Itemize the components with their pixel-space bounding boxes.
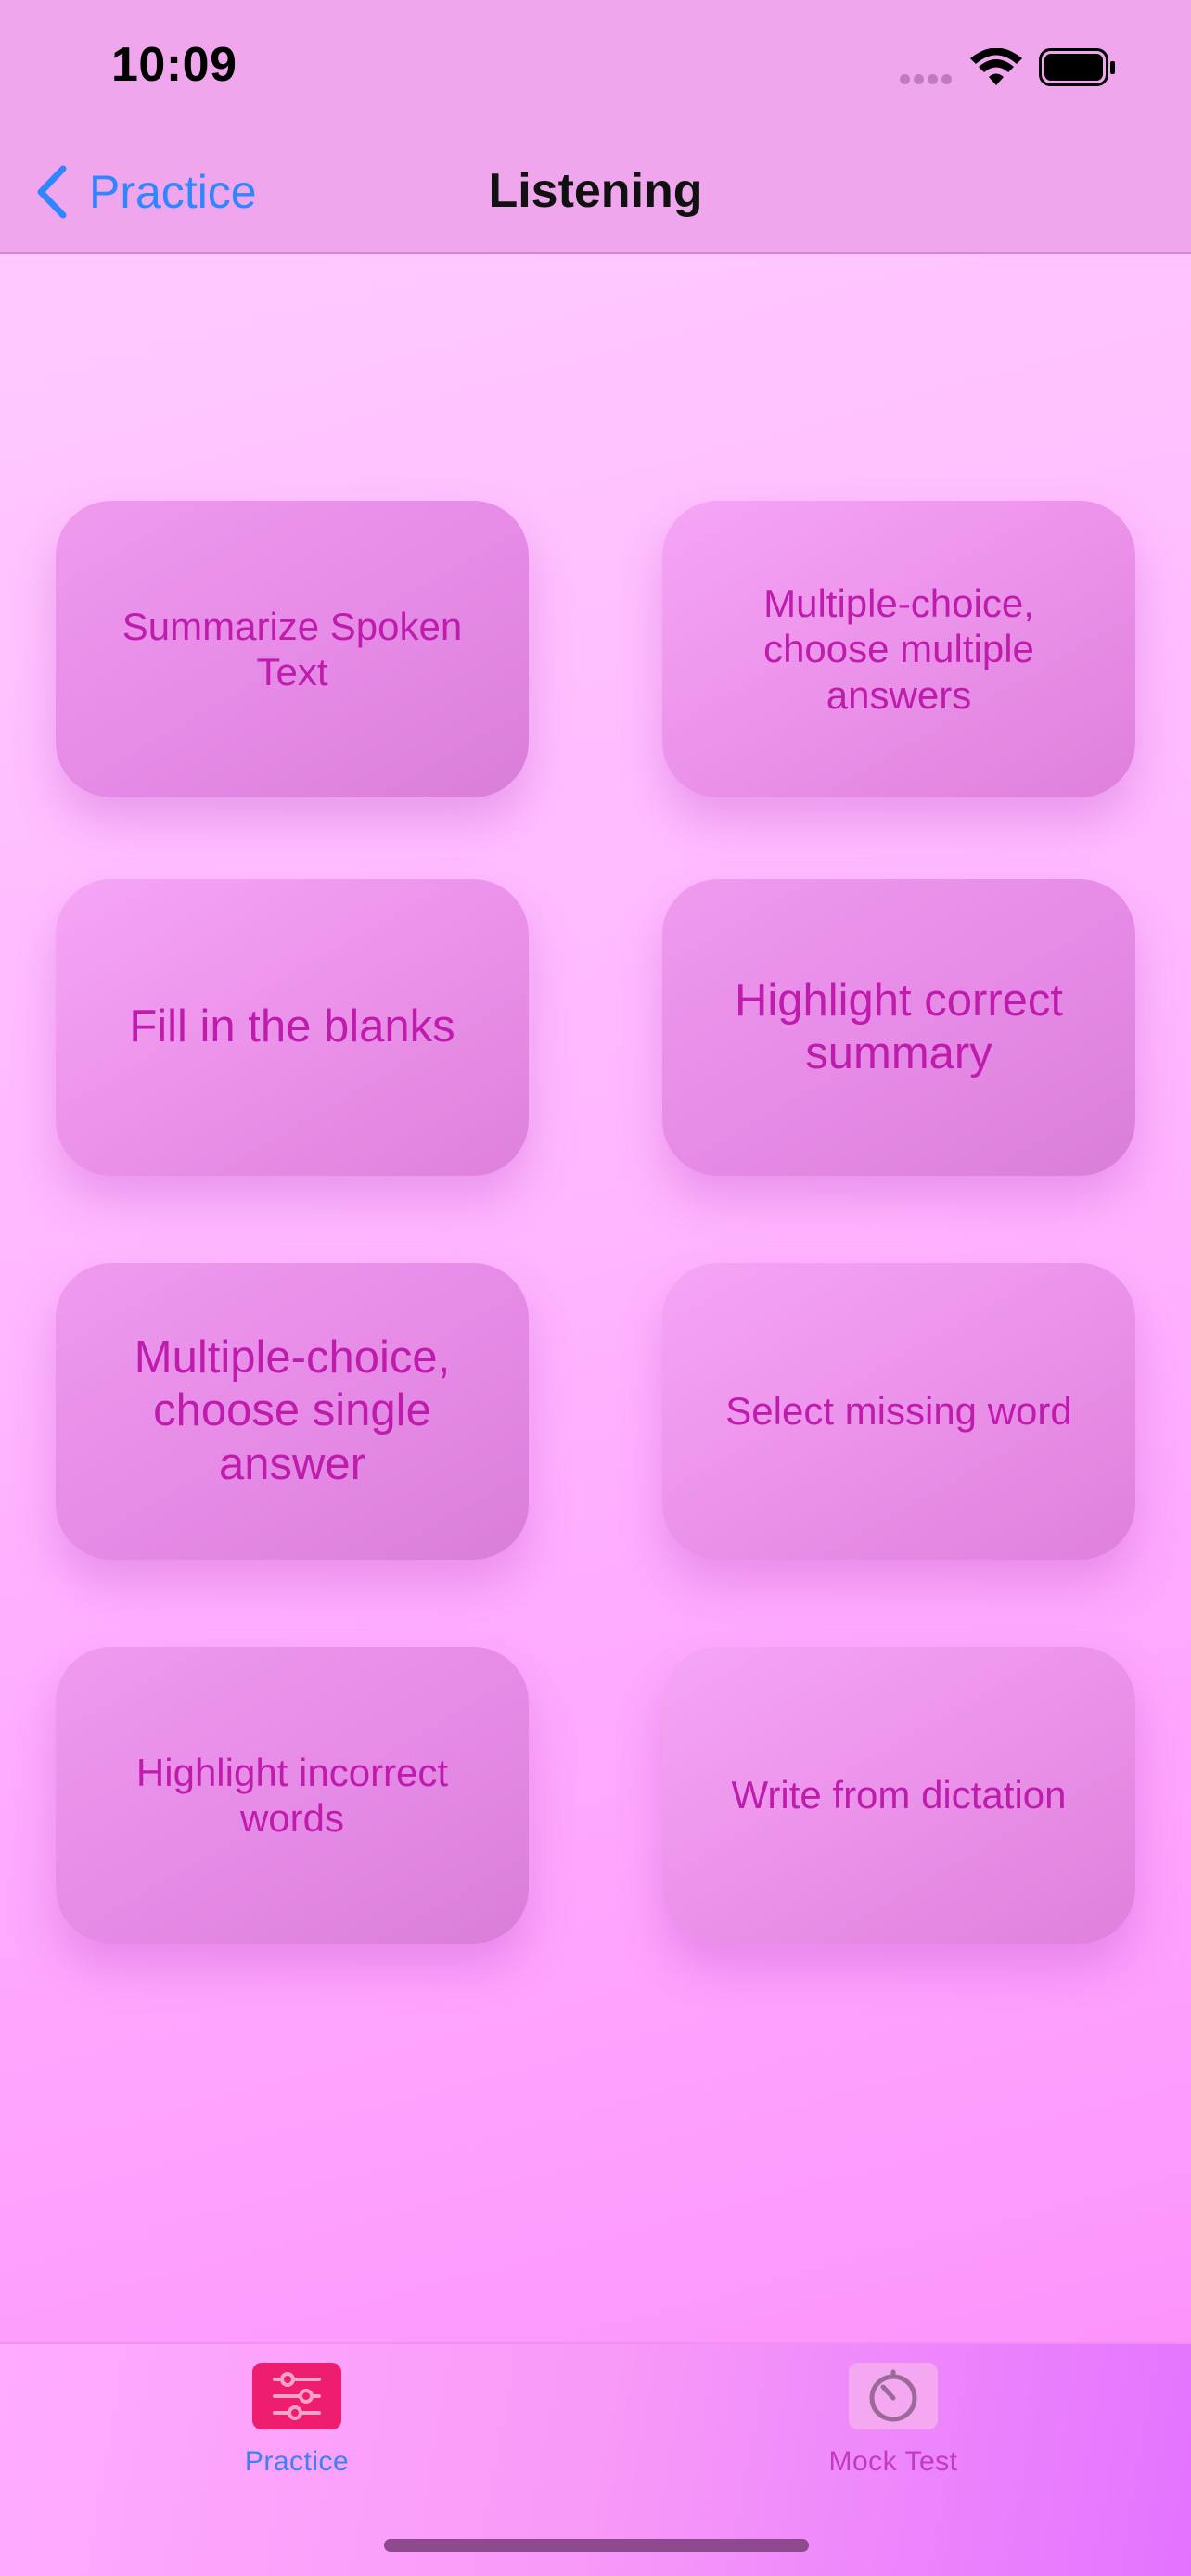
tab-icon-container <box>849 2363 938 2429</box>
card-highlight-correct-summary[interactable]: Highlight correct summary <box>662 879 1135 1176</box>
timer-icon <box>869 2369 917 2422</box>
card-highlight-incorrect-words[interactable]: Highlight incorrect words <box>56 1647 529 1944</box>
card-multiple-choice-single-answer[interactable]: Multiple-choice, choose single answer <box>56 1263 529 1560</box>
card-label: Highlight correct summary <box>734 975 1064 1078</box>
tab-mock-test[interactable]: Mock Test <box>754 2363 1032 2502</box>
cellular-signal-icon <box>900 72 955 89</box>
status-time: 10:09 <box>111 38 237 92</box>
home-indicator[interactable] <box>384 2539 809 2552</box>
card-fill-in-the-blanks[interactable]: Fill in the blanks <box>56 879 529 1176</box>
tab-practice[interactable]: Practice <box>158 2363 436 2502</box>
card-label: Highlight incorrect words <box>135 1750 449 1840</box>
card-label: Multiple-choice, choose multiple answers <box>763 581 1034 717</box>
wifi-icon <box>970 48 1022 85</box>
card-label: Select missing word <box>725 1389 1072 1434</box>
card-write-from-dictation[interactable]: Write from dictation <box>662 1647 1135 1944</box>
card-label: Fill in the blanks <box>129 1001 455 1052</box>
card-summarize-spoken-text[interactable]: Summarize Spoken Text <box>56 501 529 797</box>
sliders-icon <box>273 2372 321 2420</box>
card-label: Summarize Spoken Text <box>122 604 463 694</box>
top-bar: 10:09 Practice Listening <box>0 0 1191 254</box>
card-label: Multiple-choice, choose single answer <box>134 1333 451 1489</box>
tab-mock-test-label: Mock Test <box>828 2446 958 2477</box>
card-multiple-choice-multiple-answers[interactable]: Multiple-choice, choose multiple answers <box>662 501 1135 797</box>
card-select-missing-word[interactable]: Select missing word <box>662 1263 1135 1560</box>
tab-icon-container <box>252 2363 341 2429</box>
tab-practice-label: Practice <box>244 2446 350 2477</box>
card-label: Write from dictation <box>731 1773 1067 1817</box>
battery-icon <box>1039 48 1115 86</box>
page-title: Listening <box>488 164 703 218</box>
